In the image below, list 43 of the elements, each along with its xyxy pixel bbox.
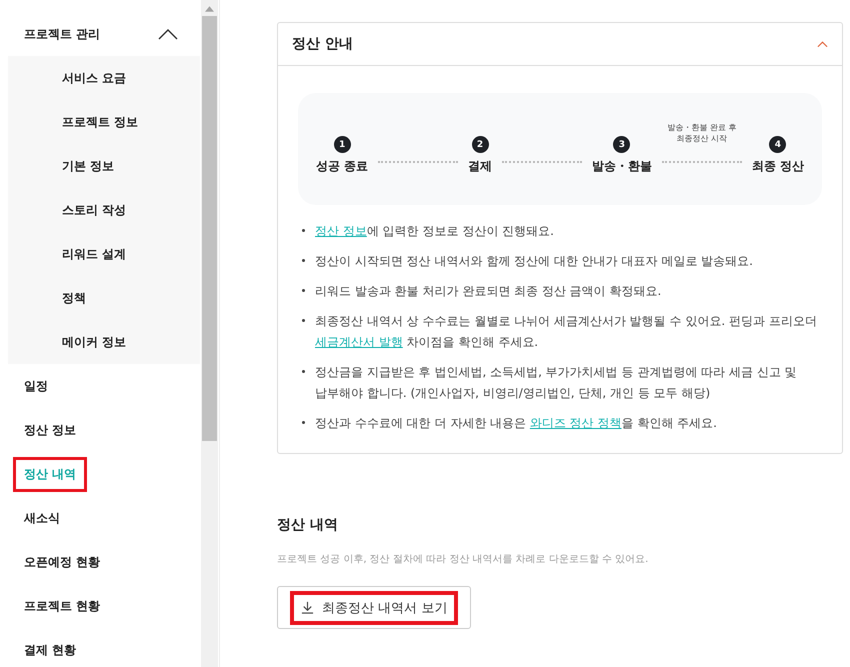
sidebar-item[interactable]: 결제 현황 — [21, 634, 80, 666]
step-label: 발송・환불 — [592, 158, 652, 175]
step-number: 1 — [334, 136, 351, 153]
download-button[interactable]: 최종정산 내역서 보기 — [277, 586, 472, 629]
guide-text: 정산금을 지급받은 후 법인세법, 소득세법, 부가가치세법 등 관계법령에 따라 세금 신고 및 납부해야 합니다. (개인사업자, 비영리/영리법인, 단체, 개인 등 모두 해당) — [315, 364, 798, 402]
chevron-up-icon[interactable] — [158, 28, 178, 40]
sidebar-item[interactable]: 오픈예정 현황 — [21, 546, 104, 578]
panel-title: 정산 안내 — [292, 35, 353, 53]
guide-text: 정산이 시작되면 정산 내역서와 함께 정산에 대한 안내가 대표자 메일로 발송돼요. — [315, 253, 753, 270]
sidebar-item[interactable]: 일정 — [21, 370, 51, 402]
bullet-icon — [302, 421, 305, 424]
sidebar-item[interactable]: 프로젝트 관리 — [21, 18, 104, 50]
section-description: 프로젝트 성공 이후, 정산 절차에 따라 정산 내역서를 차례로 다운로드할 수 있어요. — [277, 553, 650, 566]
sidebar-item[interactable]: 정책 — [59, 282, 89, 314]
sidebar-item[interactable]: 메이커 정보 — [59, 326, 130, 358]
bullet-icon — [302, 259, 305, 262]
step-label: 최종 정산 — [752, 158, 804, 175]
sidebar-item[interactable]: 기본 정보 — [59, 150, 118, 182]
guide-text: 최종정산 내역서 상 수수료는 월별로 나뉘어 세금계산서가 발행될 수 있어요. 펀딩과 프리오더 세금계산서 발행 차이점을 확인해 주세요. — [315, 313, 818, 351]
step-number: 4 — [769, 136, 786, 153]
sidebar-item[interactable]: 프로젝트 정보 — [59, 106, 142, 138]
bullet-icon — [302, 319, 305, 322]
sidebar-item[interactable]: 서비스 요금 — [59, 62, 130, 94]
scrollbar-thumb[interactable] — [202, 16, 217, 441]
bullet-icon — [302, 289, 305, 292]
scroll-up-icon[interactable] — [205, 6, 214, 12]
section-title: 정산 내역 — [277, 516, 339, 534]
step-label: 성공 종료 — [316, 158, 368, 175]
step-note: 발송・환불 완료 후 최종정산 시작 — [667, 122, 736, 145]
sidebar-item[interactable]: 새소식 — [21, 502, 63, 534]
download-icon — [301, 601, 314, 614]
sidebar-item[interactable]: 스토리 작성 — [59, 194, 130, 226]
sidebar-item[interactable]: 리워드 설계 — [59, 238, 130, 270]
guide-text: 리워드 발송과 환불 처리가 완료되면 최종 정산 금액이 확정돼요. — [315, 283, 662, 300]
sidebar-item[interactable]: 프로젝트 현황 — [21, 590, 104, 622]
guide-text: 정산 정보에 입력한 정보로 정산이 진행돼요. — [315, 223, 554, 240]
step-number: 2 — [472, 136, 489, 153]
step-number: 3 — [613, 136, 630, 153]
step-label: 결제 — [468, 158, 492, 175]
bullet-icon — [302, 370, 305, 373]
bullet-icon — [302, 229, 305, 232]
guide-text: 정산과 수수료에 대한 더 자세한 내용은 와디즈 정산 정책을 확인해 주세요. — [315, 415, 717, 432]
sidebar-item[interactable]: 정산 정보 — [21, 414, 80, 446]
